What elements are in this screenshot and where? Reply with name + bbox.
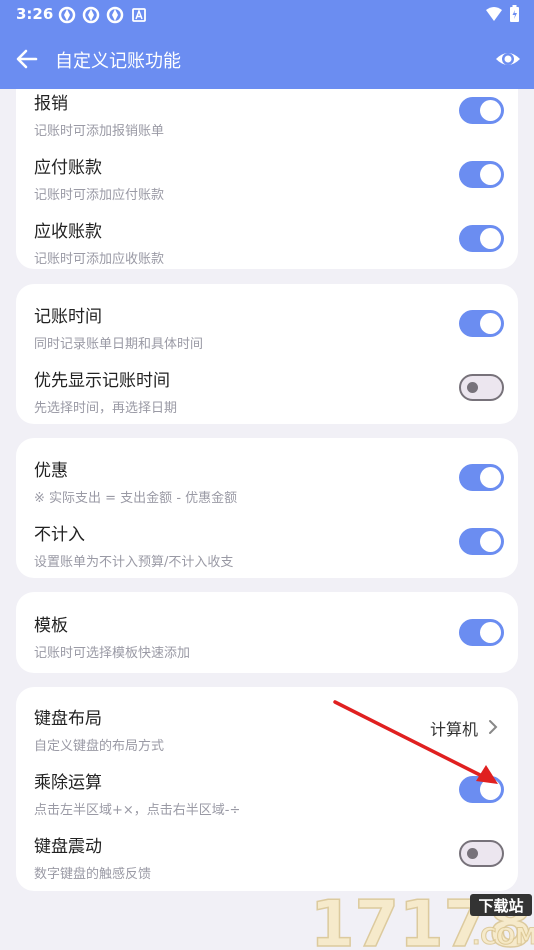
settings-card-template: 模板 记账时可选择模板快速添加 <box>16 592 518 673</box>
watermark-logo-icon: 17178 下载站 .COM <box>309 887 534 950</box>
toggle-knob <box>480 164 501 185</box>
setting-subtitle: 先选择时间，再选择日期 <box>34 401 178 416</box>
notification-app-icon <box>82 6 100 24</box>
accounts-receivable-toggle[interactable] <box>459 225 504 252</box>
setting-subtitle: 同时记录账单日期和具体时间 <box>34 337 204 352</box>
back-arrow-icon[interactable] <box>14 46 40 72</box>
discount-toggle[interactable] <box>459 464 504 491</box>
battery-icon <box>510 5 519 22</box>
notification-icons <box>58 6 148 24</box>
setting-title: 优先显示记账时间 <box>34 371 170 391</box>
text-a-icon <box>132 8 146 22</box>
record-time-toggle[interactable] <box>459 310 504 337</box>
wifi-icon <box>486 7 502 21</box>
toggle-knob <box>480 467 501 488</box>
page-title: 自定义记账功能 <box>55 51 181 72</box>
setting-row-keyboard-vibration: 键盘震动 数字键盘的触感反馈 <box>16 832 518 896</box>
status-time: 3:26 <box>16 5 54 23</box>
setting-title: 应收账款 <box>34 222 102 242</box>
setting-row-discount: 优惠 ※ 实际支出 = 支出金额 - 优惠金额 <box>16 456 518 520</box>
accounts-payable-toggle[interactable] <box>459 161 504 188</box>
toggle-knob <box>480 100 501 121</box>
setting-row-exclude: 不计入 设置账单为不计入预算/不计入收支 <box>16 520 518 584</box>
setting-subtitle: 设置账单为不计入预算/不计入收支 <box>34 555 234 570</box>
toggle-knob <box>480 622 501 643</box>
settings-card-discount: 优惠 ※ 实际支出 = 支出金额 - 优惠金额 不计入 设置账单为不计入预算/不… <box>16 438 518 578</box>
toggle-knob <box>480 313 501 334</box>
setting-row-reimbursement: 报销 记账时可添加报销账单 <box>16 89 518 153</box>
toggle-knob <box>467 848 478 859</box>
notification-app-icon <box>58 6 76 24</box>
setting-subtitle: 记账时可选择模板快速添加 <box>34 646 191 661</box>
setting-subtitle: 点击左半区域+×，点击右半区域-÷ <box>34 803 241 818</box>
exclude-toggle[interactable] <box>459 528 504 555</box>
setting-subtitle: ※ 实际支出 = 支出金额 - 优惠金额 <box>34 491 238 506</box>
setting-title: 乘除运算 <box>34 773 102 793</box>
setting-title: 键盘布局 <box>34 709 102 729</box>
annotation-arrow-icon <box>333 700 498 784</box>
reimbursement-toggle[interactable] <box>459 97 504 124</box>
status-bar: 3:26 <box>0 0 534 30</box>
system-status-icons <box>485 5 520 23</box>
keyboard-vibration-toggle[interactable] <box>459 840 504 867</box>
setting-subtitle: 自定义键盘的布局方式 <box>34 739 165 754</box>
setting-subtitle: 数字键盘的触感反馈 <box>34 867 152 882</box>
settings-card-time: 记账时间 同时记录账单日期和具体时间 优先显示记账时间 先选择时间，再选择日期 <box>16 284 518 424</box>
toggle-knob <box>467 382 478 393</box>
toggle-knob <box>480 228 501 249</box>
toolbar: 自定义记账功能 <box>0 30 534 89</box>
setting-subtitle: 记账时可添加应收账款 <box>34 252 165 267</box>
setting-title: 应付账款 <box>34 158 102 178</box>
app-header: 3:26 自定义记账功能 <box>0 0 534 89</box>
watermark-domain: .COM <box>472 925 534 950</box>
setting-title: 报销 <box>34 94 68 114</box>
setting-row-accounts-receivable: 应收账款 记账时可添加应收账款 <box>16 217 518 281</box>
setting-subtitle: 记账时可添加报销账单 <box>34 124 165 139</box>
eye-icon[interactable] <box>494 46 522 72</box>
notification-app-icon <box>106 6 124 24</box>
setting-row-time-first: 优先显示记账时间 先选择时间，再选择日期 <box>16 366 518 430</box>
setting-title: 不计入 <box>34 525 85 545</box>
watermark-logo: 17178 下载站 .COM <box>309 887 534 950</box>
time-first-toggle[interactable] <box>459 374 504 401</box>
setting-row-record-time: 记账时间 同时记录账单日期和具体时间 <box>16 302 518 366</box>
setting-title: 键盘震动 <box>34 837 102 857</box>
toggle-knob <box>480 531 501 552</box>
template-toggle[interactable] <box>459 619 504 646</box>
settings-card-bills: 报销 记账时可添加报销账单 应付账款 记账时可添加应付账款 应收账款 记账时可添… <box>16 60 518 269</box>
setting-subtitle: 记账时可添加应付账款 <box>34 188 165 203</box>
setting-row-accounts-payable: 应付账款 记账时可添加应付账款 <box>16 153 518 217</box>
setting-row-template: 模板 记账时可选择模板快速添加 <box>16 611 518 675</box>
setting-title: 优惠 <box>34 461 68 481</box>
setting-title: 模板 <box>34 616 68 636</box>
setting-title: 记账时间 <box>34 307 102 327</box>
watermark-tag: 下载站 <box>478 897 523 915</box>
